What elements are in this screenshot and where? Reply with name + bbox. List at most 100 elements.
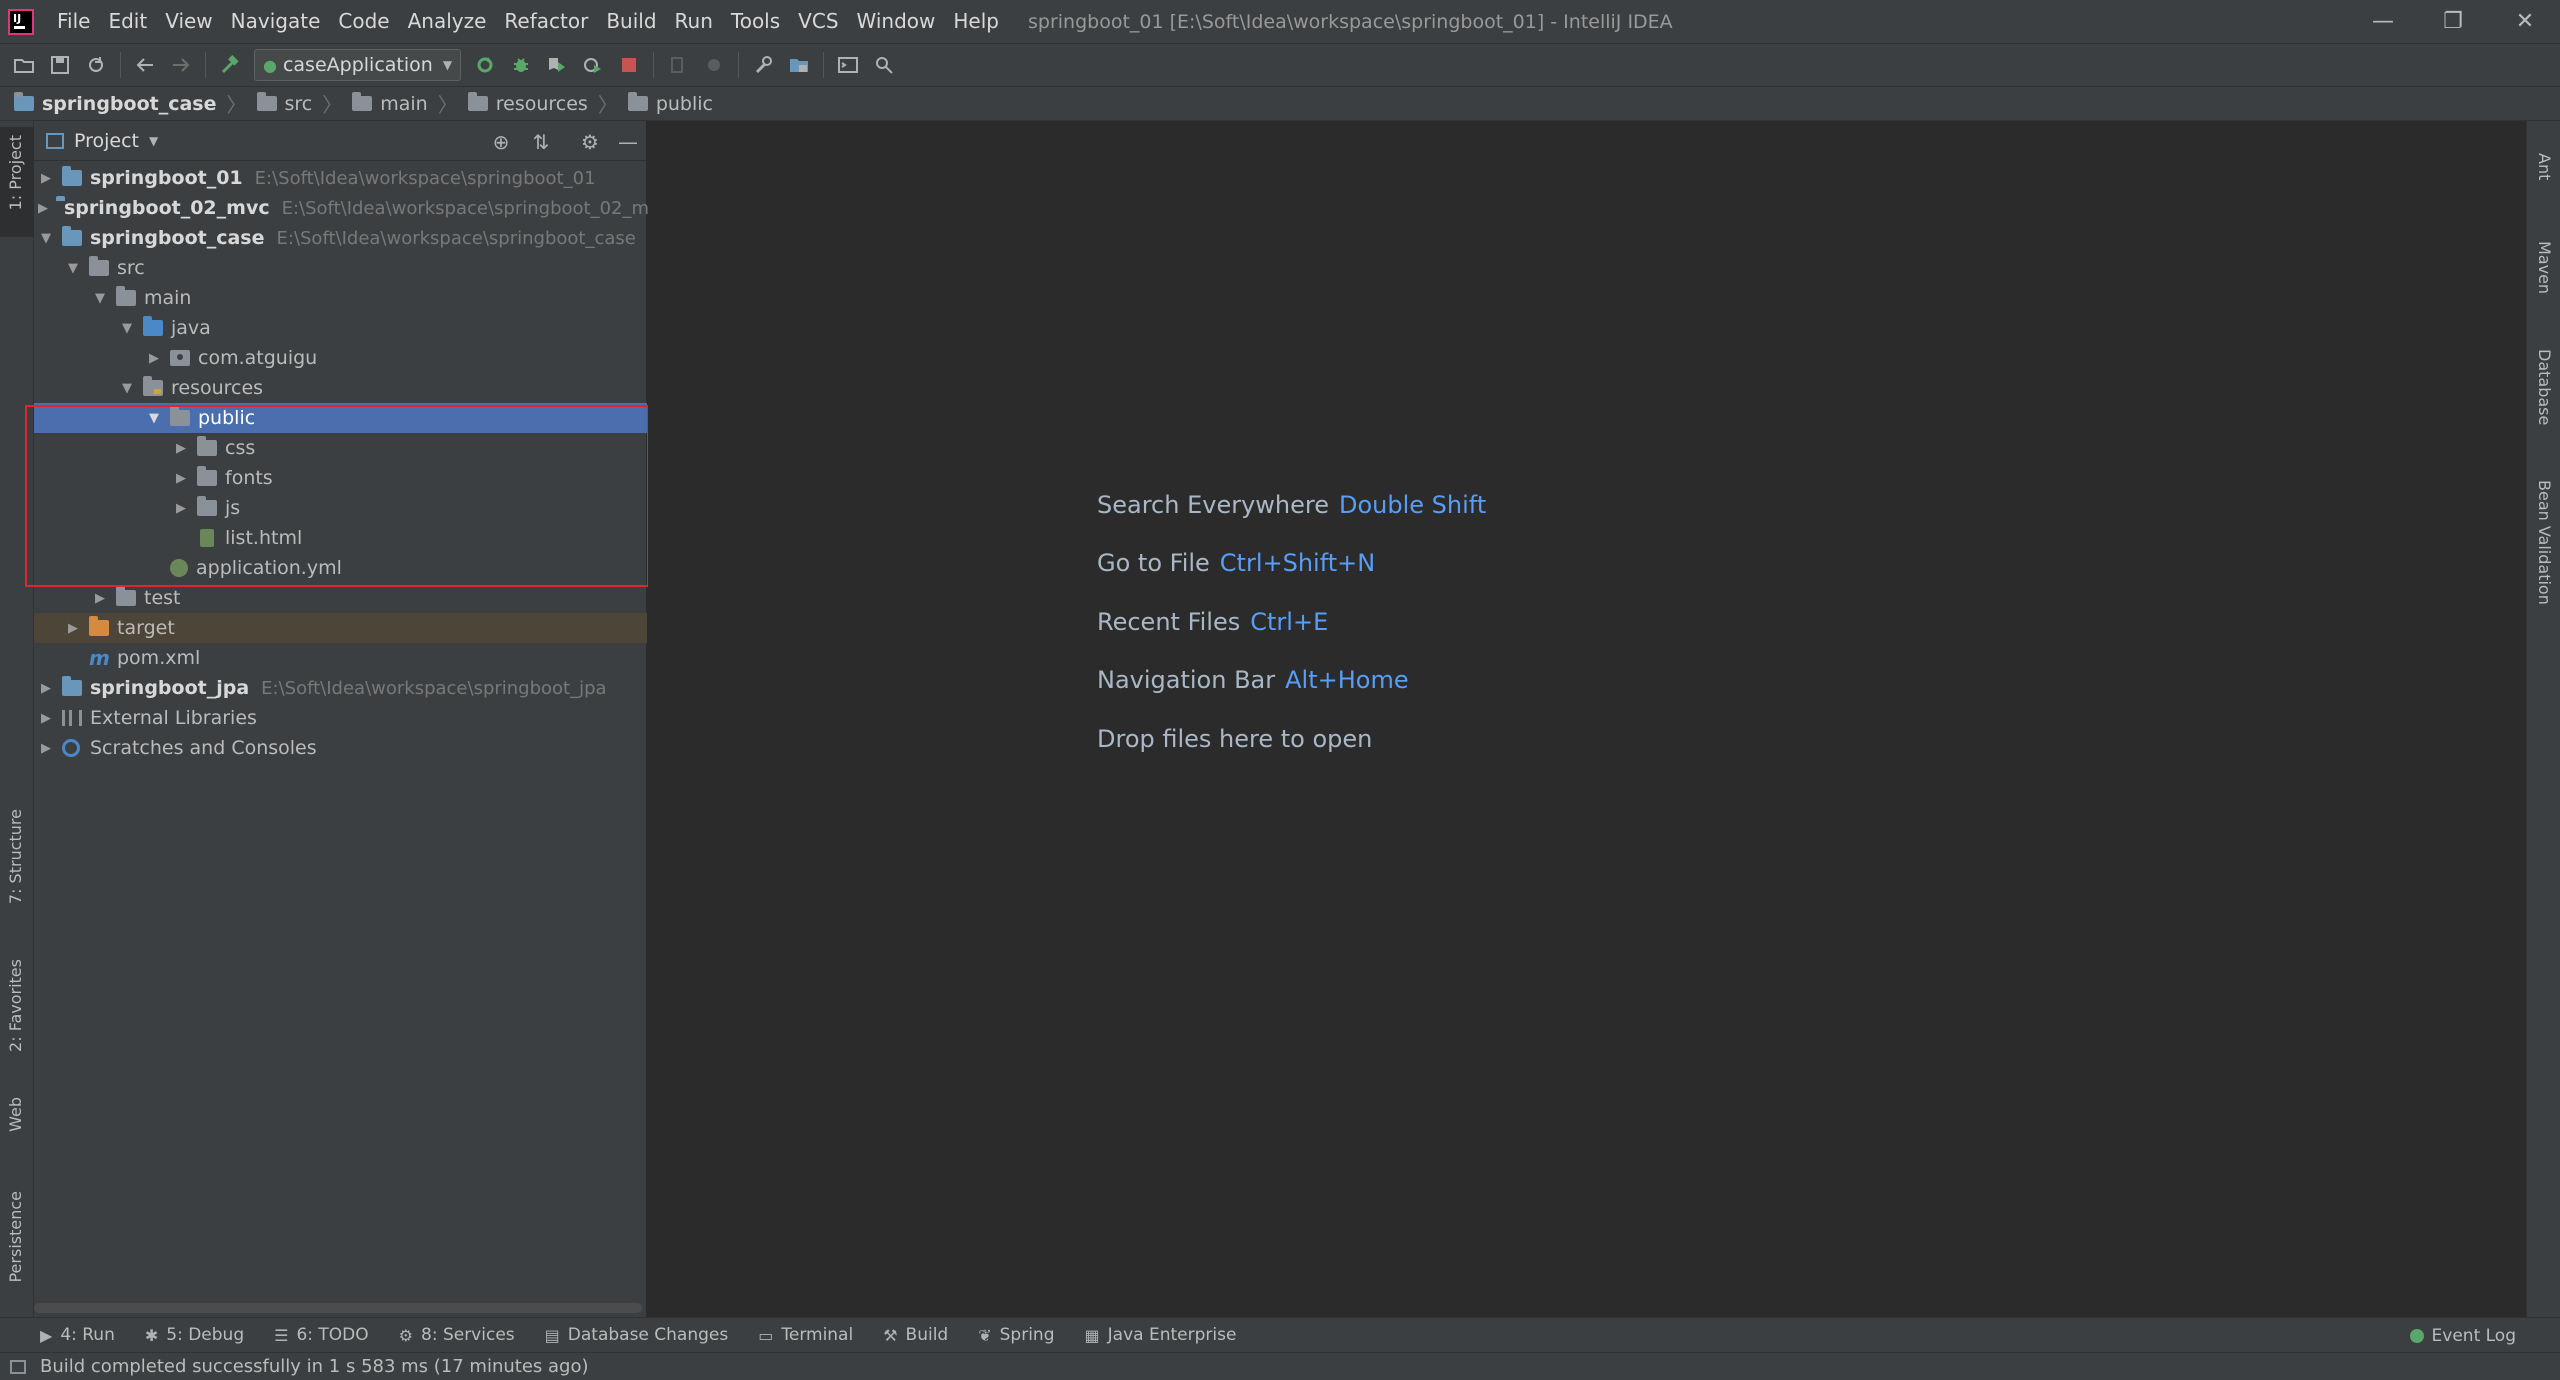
run-configuration-select[interactable]: ● caseApplication ▼ — [254, 49, 462, 81]
expand-arrow-icon[interactable]: ▶ — [38, 741, 54, 756]
collapse-arrow-icon[interactable]: ▼ — [146, 411, 162, 426]
breadcrumb-item-main[interactable]: main 〉 — [352, 89, 467, 118]
breadcrumb-item-springboot-case[interactable]: springboot_case 〉 — [14, 89, 257, 118]
tree-item-external-libraries[interactable]: ▶ External Libraries — [34, 703, 647, 733]
tool-tab-structure[interactable]: 7: Structure — [0, 801, 34, 921]
tool-tab-todo[interactable]: ☰ 6: TODO — [274, 1325, 369, 1345]
tool-tab-build[interactable]: ⚒ Build — [883, 1325, 948, 1345]
stop-icon[interactable] — [611, 47, 647, 83]
tool-tab-event-log[interactable]: Event Log — [2409, 1318, 2516, 1353]
restore-button[interactable]: ❐ — [2418, 0, 2488, 43]
collapse-arrow-icon[interactable]: ▼ — [119, 321, 135, 336]
tree-item-springboot-02-mvc[interactable]: ▶ springboot_02_mvc E:\Soft\Idea\workspa… — [34, 193, 670, 223]
build-hammer-icon[interactable] — [212, 47, 248, 83]
tree-item-main[interactable]: ▼ main — [34, 283, 647, 313]
tree-item-java[interactable]: ▼ java — [34, 313, 647, 343]
search-icon[interactable] — [866, 47, 902, 83]
attach-debugger-icon[interactable] — [660, 47, 696, 83]
tree-item-springboot-case[interactable]: ▼ springboot_case E:\Soft\Idea\workspace… — [34, 223, 647, 253]
tree-item-list-html[interactable]: list.html — [34, 523, 647, 553]
tree-item-application-yml[interactable]: application.yml — [34, 553, 647, 583]
tree-item-com-atguigu[interactable]: ▶ com.atguigu — [34, 343, 647, 373]
minimize-button[interactable]: — — [2348, 0, 2418, 43]
editor-empty-area[interactable]: Search Everywhere Double Shift Go to File… — [648, 121, 2526, 1317]
expand-arrow-icon[interactable]: ▶ — [92, 591, 108, 606]
tree-item-css[interactable]: ▶ css — [34, 433, 647, 463]
tool-tab-database[interactable]: Database — [2527, 321, 2560, 451]
tool-tab-spring[interactable]: ❦ Spring — [978, 1325, 1054, 1345]
tree-item-js[interactable]: ▶ js — [34, 493, 647, 523]
collapse-arrow-icon[interactable]: ▼ — [38, 231, 54, 246]
project-view-select[interactable]: Project — [74, 130, 139, 152]
tree-item-public[interactable]: ▼ public — [34, 403, 647, 433]
open-folder-icon[interactable] — [6, 47, 42, 83]
tool-tab-persistence[interactable]: Persistence — [0, 1183, 34, 1303]
sync-icon[interactable] — [78, 47, 114, 83]
tree-item-scratches[interactable]: ▶ Scratches and Consoles — [34, 733, 647, 763]
tool-tab-debug[interactable]: ✱ 5: Debug — [145, 1325, 244, 1345]
run-with-coverage-icon[interactable] — [539, 47, 575, 83]
expand-arrow-icon[interactable]: ▶ — [38, 681, 54, 696]
menu-navigate[interactable]: Navigate — [222, 0, 330, 43]
expand-arrow-icon[interactable]: ▶ — [38, 201, 48, 216]
breadcrumb-item-resources[interactable]: resources 〉 — [467, 89, 628, 118]
tool-tab-run[interactable]: ▶ 4: Run — [40, 1325, 115, 1345]
forward-arrow-icon[interactable] — [163, 47, 199, 83]
back-arrow-icon[interactable] — [127, 47, 163, 83]
project-structure-icon[interactable] — [781, 47, 817, 83]
menu-run[interactable]: Run — [666, 0, 722, 43]
expand-arrow-icon[interactable]: ▶ — [173, 501, 189, 516]
tool-windows-toggle-icon[interactable] — [10, 1359, 26, 1374]
settings-wrench-icon[interactable] — [745, 47, 781, 83]
profile-icon[interactable] — [575, 47, 611, 83]
collapse-arrow-icon[interactable]: ▼ — [65, 261, 81, 276]
tool-tab-bean-validation[interactable]: Bean Validation — [2527, 456, 2560, 606]
expand-arrow-icon[interactable]: ▶ — [38, 711, 54, 726]
presentation-mode-icon[interactable] — [830, 47, 866, 83]
breadcrumb-item-public[interactable]: public — [627, 92, 713, 115]
tree-item-fonts[interactable]: ▶ fonts — [34, 463, 647, 493]
tool-tab-ant[interactable]: Ant — [2527, 135, 2560, 205]
close-window-button[interactable]: ✕ — [2490, 0, 2560, 43]
tree-item-resources[interactable]: ▼ resources — [34, 373, 647, 403]
tool-tab-favorites[interactable]: 2: Favorites — [0, 951, 34, 1071]
tool-tab-java-enterprise[interactable]: ▦ Java Enterprise — [1085, 1325, 1237, 1345]
expand-arrow-icon[interactable]: ▶ — [146, 351, 162, 366]
tool-tab-project[interactable]: 1: Project — [0, 127, 34, 237]
tree-item-springboot-01[interactable]: ▶ springboot_01 E:\Soft\Idea\workspace\s… — [34, 163, 647, 193]
hide-panel-icon[interactable]: — — [615, 129, 641, 155]
locate-target-icon[interactable]: ⊕ — [488, 129, 514, 155]
tool-tab-terminal[interactable]: ▭ Terminal — [758, 1325, 853, 1345]
tree-item-springboot-jpa[interactable]: ▶ springboot_jpa E:\Soft\Idea\workspace\… — [34, 673, 647, 703]
menu-window[interactable]: Window — [848, 0, 945, 43]
chevron-down-icon[interactable]: ▼ — [149, 134, 158, 148]
expand-arrow-icon[interactable]: ▶ — [38, 171, 54, 186]
coverage-gray-icon[interactable] — [696, 47, 732, 83]
tool-tab-maven[interactable]: Maven — [2527, 217, 2560, 317]
tool-tab-services[interactable]: ⚙ 8: Services — [399, 1325, 515, 1345]
tree-item-target[interactable]: ▶ target — [34, 613, 647, 643]
menu-view[interactable]: View — [156, 0, 221, 43]
menu-analyze[interactable]: Analyze — [399, 0, 496, 43]
rerun-icon[interactable] — [467, 47, 503, 83]
tool-tab-database-changes[interactable]: ▤ Database Changes — [545, 1325, 729, 1345]
breadcrumb-item-src[interactable]: src 〉 — [256, 89, 353, 118]
gear-icon[interactable]: ⚙ — [577, 129, 603, 155]
menu-vcs[interactable]: VCS — [789, 0, 847, 43]
tree-item-pom-xml[interactable]: m pom.xml — [34, 643, 647, 673]
collapse-arrow-icon[interactable]: ▼ — [119, 381, 135, 396]
tree-item-src[interactable]: ▼ src — [34, 253, 647, 283]
collapse-all-icon[interactable]: ⇅ — [528, 129, 554, 155]
tree-item-test[interactable]: ▶ test — [34, 583, 647, 613]
menu-build[interactable]: Build — [597, 0, 665, 43]
menu-edit[interactable]: Edit — [99, 0, 156, 43]
menu-code[interactable]: Code — [329, 0, 398, 43]
menu-help[interactable]: Help — [944, 0, 1008, 43]
horizontal-scrollbar[interactable] — [34, 1303, 642, 1313]
expand-arrow-icon[interactable]: ▶ — [65, 621, 81, 636]
menu-tools[interactable]: Tools — [722, 0, 789, 43]
expand-arrow-icon[interactable]: ▶ — [173, 441, 189, 456]
tool-tab-web[interactable]: Web — [0, 1089, 34, 1159]
expand-arrow-icon[interactable]: ▶ — [173, 471, 189, 486]
save-icon[interactable] — [42, 47, 78, 83]
